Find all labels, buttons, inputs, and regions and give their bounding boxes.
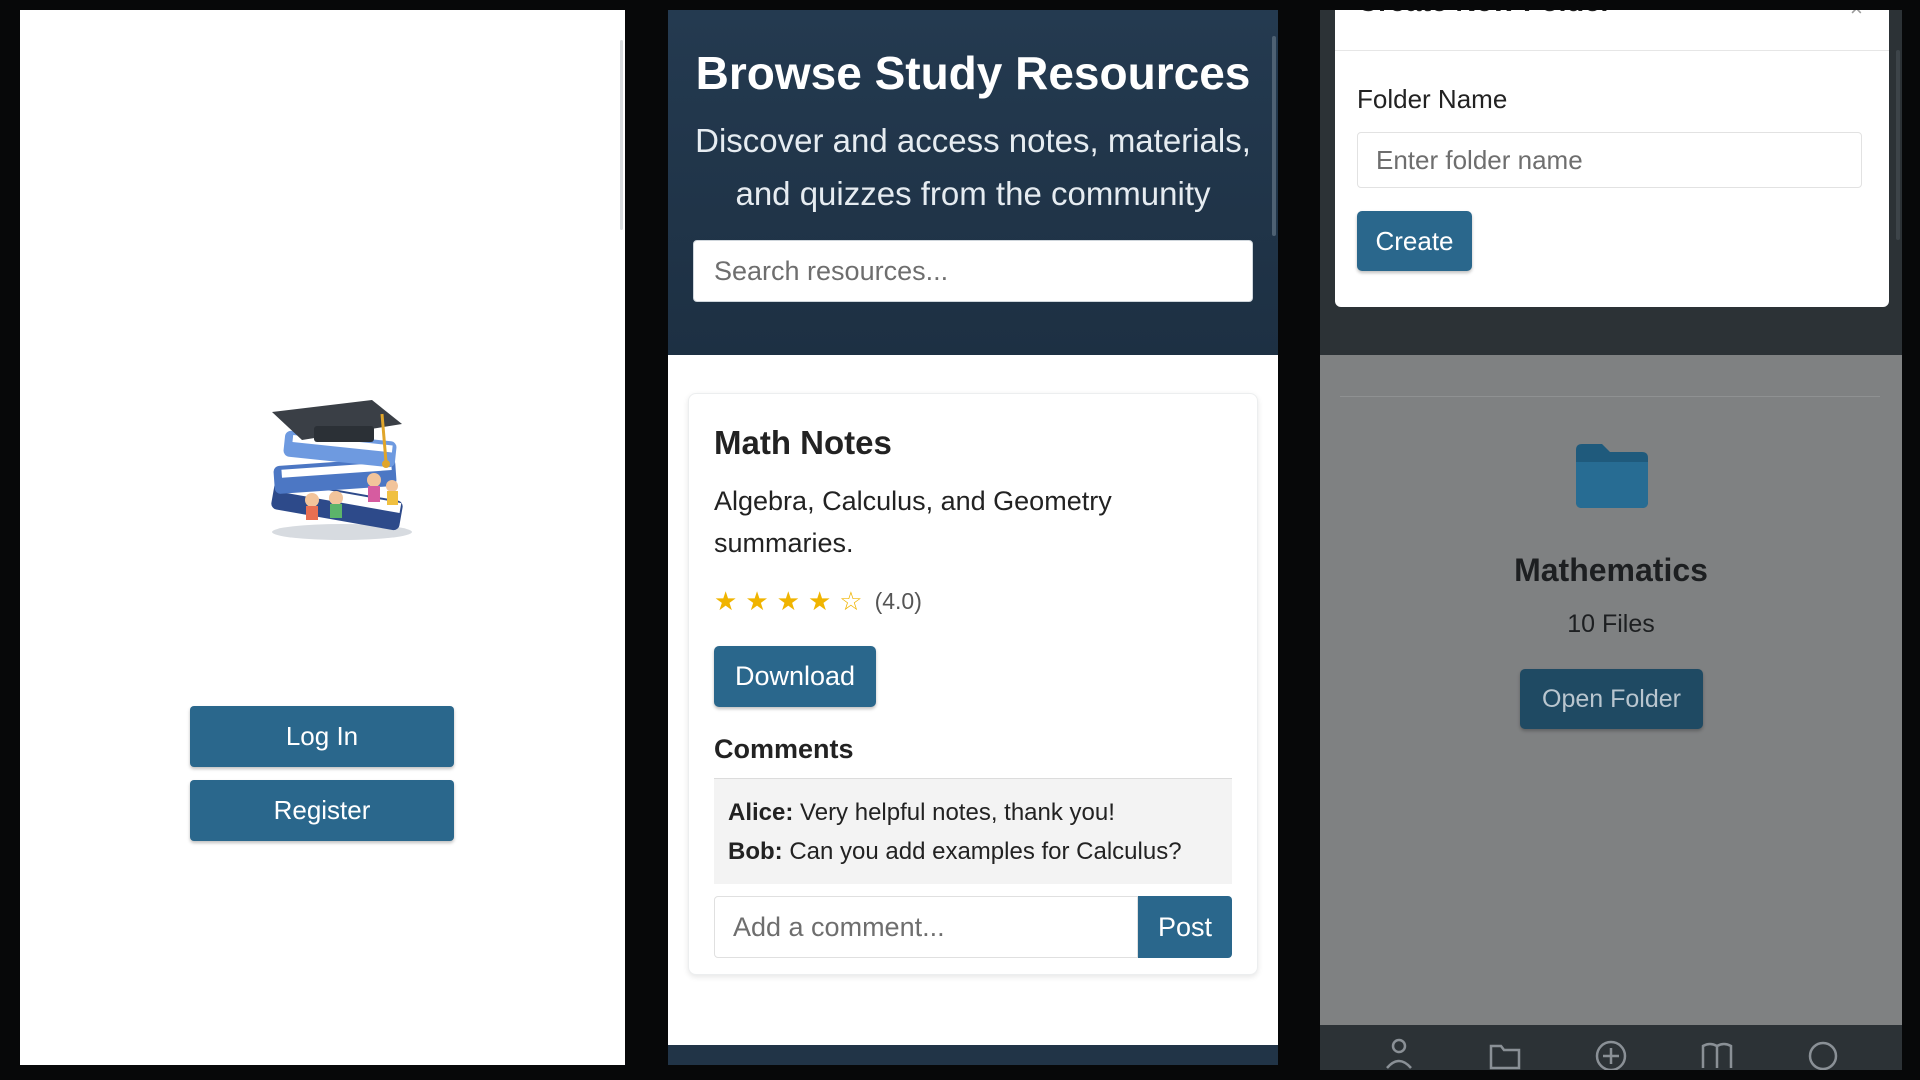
create-button[interactable]: Create	[1357, 211, 1472, 271]
login-screen: Log In Register	[20, 10, 625, 1065]
scrollbar[interactable]	[1272, 36, 1276, 236]
star-filled-icon: ★	[745, 586, 769, 616]
comments-heading: Comments	[714, 734, 854, 764]
comment-text: Can you add examples for Calculus?	[789, 838, 1182, 865]
resource-description: Algebra, Calculus, and Geometry summarie…	[714, 486, 1112, 558]
close-icon[interactable]: ×	[1850, 10, 1863, 22]
app-logo-books-icon	[271, 400, 412, 540]
post-comment-button[interactable]: Post	[1138, 896, 1232, 958]
page-title: Browse Study Resources	[695, 47, 1251, 99]
folder-name-label: Folder Name	[1357, 84, 1508, 114]
comment-author: Bob:	[728, 838, 783, 865]
star-filled-icon: ★	[807, 586, 832, 616]
resource-card: Math Notes Algebra, Calculus, and Geomet…	[688, 393, 1258, 975]
folder-icon	[1576, 444, 1648, 508]
footer-bar	[668, 1045, 1278, 1065]
download-button[interactable]: Download	[714, 646, 876, 707]
scrollbar[interactable]	[1896, 50, 1900, 240]
star-filled-icon: ★	[776, 586, 800, 616]
star-filled-icon: ★	[714, 586, 738, 616]
browse-header: Browse Study Resources Discover and acce…	[668, 10, 1278, 355]
folder-file-count: 10 Files	[1567, 610, 1655, 638]
folder-name: Mathematics	[1514, 552, 1708, 588]
open-folder-button[interactable]: Open Folder	[1520, 669, 1703, 729]
folder-name-input[interactable]	[1357, 132, 1862, 188]
comment-item: Bob: Can you add examples for Calculus?	[728, 832, 1218, 871]
login-button[interactable]: Log In	[190, 706, 454, 767]
resource-list: Math Notes Algebra, Calculus, and Geomet…	[668, 355, 1278, 1045]
search-icon[interactable]	[1805, 1034, 1841, 1070]
page-subtitle: Discover and access notes, materials, an…	[695, 122, 1251, 212]
comment-item: Alice: Very helpful notes, thank you!	[728, 793, 1218, 832]
star-empty-icon: ☆	[839, 586, 863, 616]
divider	[1340, 396, 1880, 397]
create-folder-modal: Create New Folder × Folder Name Create	[1335, 10, 1889, 307]
comment-input[interactable]	[714, 896, 1138, 958]
folder-icon[interactable]	[1487, 1034, 1523, 1070]
add-circle-icon[interactable]	[1593, 1034, 1629, 1070]
rating: ★ ★ ★ ★ ☆ (4.0)	[714, 586, 922, 617]
app-showcase: Log In Register Browse Study Resources D…	[0, 0, 1920, 1080]
comments-list: Alice: Very helpful notes, thank you! Bo…	[714, 778, 1232, 884]
search-input[interactable]	[693, 240, 1253, 302]
folders-screen: Create New Folder × Folder Name Create M…	[1320, 10, 1902, 1070]
library-icon[interactable]	[1699, 1034, 1735, 1070]
comment-author: Alice:	[728, 799, 794, 826]
resource-title: Math Notes	[714, 424, 892, 461]
browse-screen: Browse Study Resources Discover and acce…	[668, 10, 1278, 1065]
profile-icon[interactable]	[1381, 1034, 1417, 1070]
modal-title: Create New Folder	[1357, 10, 1612, 19]
bottom-nav	[1320, 1025, 1902, 1070]
register-button[interactable]: Register	[190, 780, 454, 841]
scrollbar[interactable]	[620, 40, 623, 230]
divider	[1335, 50, 1889, 51]
rating-value: (4.0)	[874, 588, 922, 614]
comment-text: Very helpful notes, thank you!	[800, 799, 1115, 826]
